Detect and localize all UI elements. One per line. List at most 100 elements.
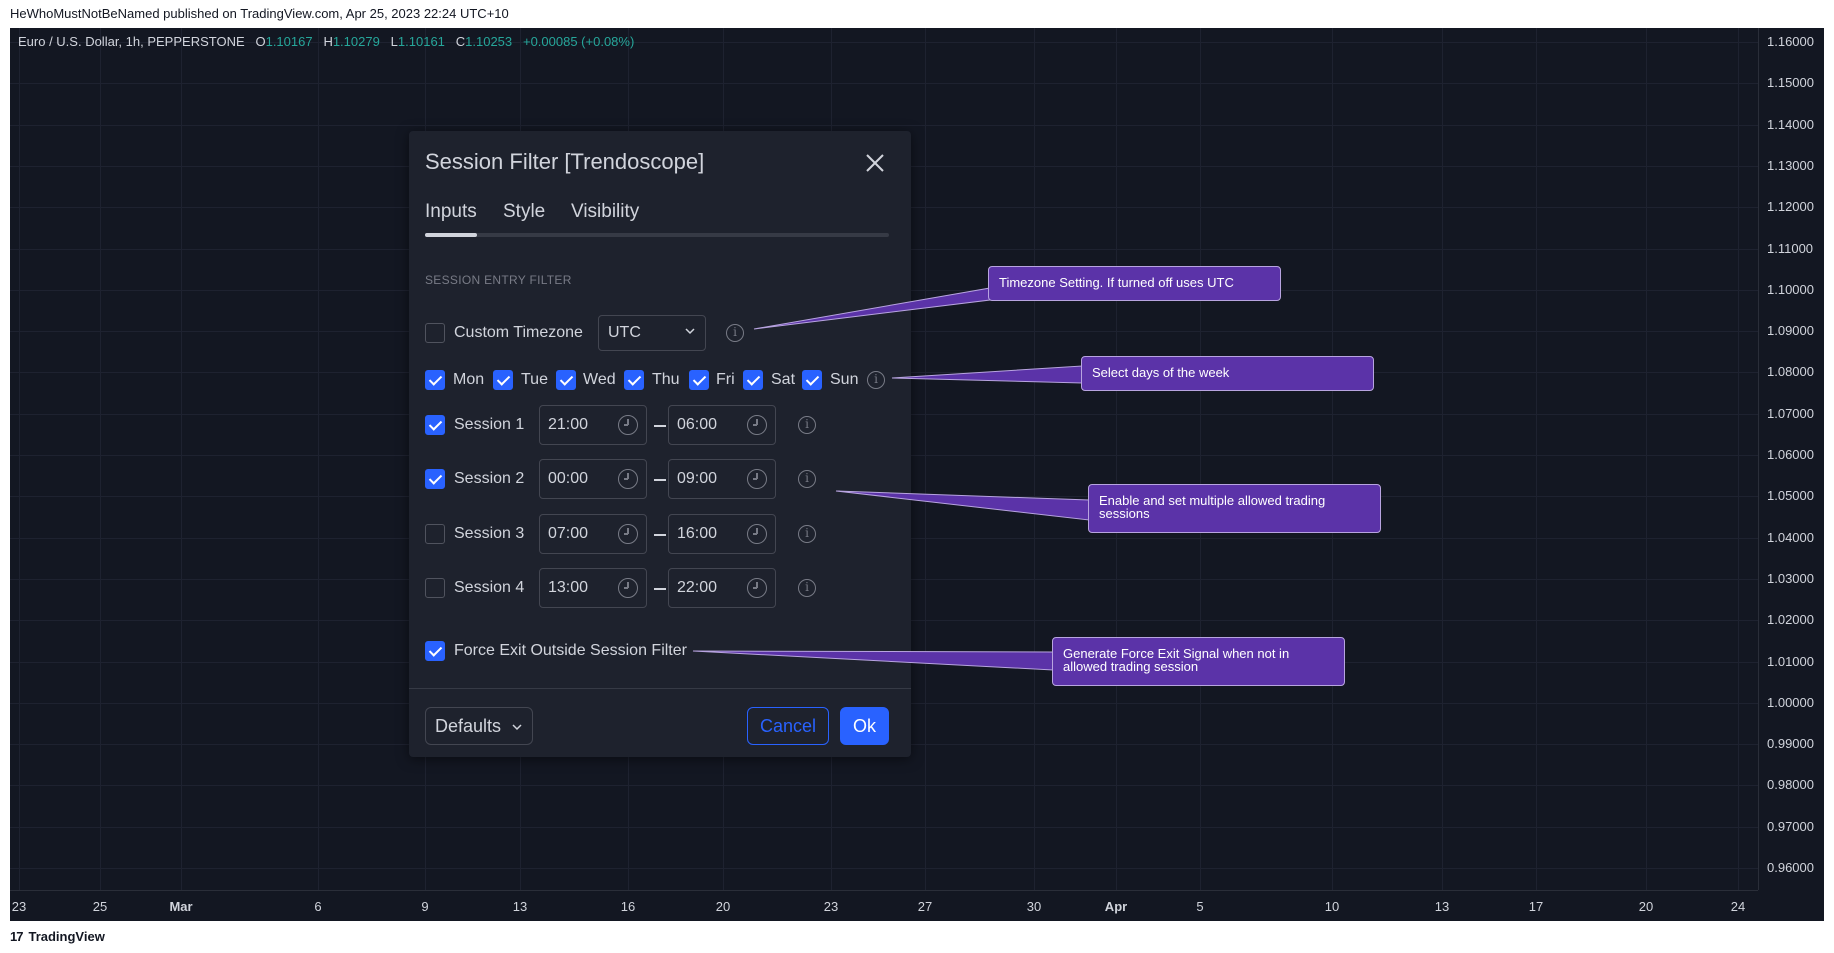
sat-checkbox[interactable]	[743, 370, 763, 390]
range-dash	[654, 534, 666, 536]
force-exit-callout-line-2: allowed trading session	[1063, 659, 1199, 674]
price-tick-label: 1.11000	[1767, 240, 1814, 256]
time-tick-label: 6	[314, 899, 322, 914]
timezone-select[interactable]: UTC	[598, 315, 706, 351]
custom-timezone-checkbox[interactable]	[425, 323, 445, 343]
price-tick-label: 0.99000	[1767, 736, 1814, 752]
session-1-checkbox[interactable]	[425, 415, 445, 435]
clock-icon[interactable]	[618, 578, 638, 598]
time-axis[interactable]: 23 25 Mar 6 9 13 16 20 23 27 30 Apr 5 10 13 17 20 24	[10, 890, 1758, 921]
price-tick-label: 1.15000	[1767, 75, 1814, 91]
time-tick-label: 25	[92, 899, 108, 914]
grid-line-vertical	[1738, 28, 1739, 890]
session-1-start-input[interactable]: 21:00	[539, 405, 647, 445]
info-icon[interactable]: i	[798, 416, 816, 434]
time-tick-label: 24	[1730, 899, 1746, 914]
force-exit-label: Force Exit Outside Session Filter	[454, 642, 687, 659]
tab-style[interactable]: Style	[503, 201, 545, 223]
price-tick-label: 0.98000	[1767, 777, 1814, 793]
clock-icon[interactable]	[747, 415, 767, 435]
grid-line-horizontal	[10, 785, 1758, 787]
range-dash	[654, 425, 666, 427]
clock-icon[interactable]	[618, 469, 638, 489]
info-icon[interactable]: i	[867, 371, 885, 389]
ok-button[interactable]: Ok	[840, 707, 889, 745]
session-3-start-input[interactable]: 07:00	[539, 514, 647, 554]
defaults-dropdown[interactable]: Defaults	[425, 707, 533, 745]
time-tick-label: 13	[1434, 899, 1450, 914]
mon-checkbox[interactable]	[425, 370, 445, 390]
session-2-end-input[interactable]: 09:00	[668, 459, 776, 499]
settings-dialog: Session Filter [Trendoscope] Inputs Styl…	[409, 131, 911, 757]
time-tick-label: 27	[917, 899, 933, 914]
range-dash	[654, 479, 666, 481]
chart-area[interactable]: Euro / U.S. Dollar, 1h, PEPPERSTONE O1.1…	[10, 28, 1824, 921]
price-tick-label: 1.10000	[1767, 281, 1814, 297]
symbol-name: Euro / U.S. Dollar, 1h, PEPPERSTONE	[18, 34, 245, 49]
grid-line-vertical	[1332, 28, 1333, 890]
session-3-start-value: 07:00	[548, 525, 589, 542]
session-3-checkbox[interactable]	[425, 524, 445, 544]
high-value: 1.10279	[332, 34, 380, 49]
session-1-row: Session 1 21:00 06:00 i	[425, 405, 895, 445]
info-icon[interactable]: i	[726, 324, 744, 342]
session-1-label: Session 1	[454, 416, 525, 433]
cancel-button[interactable]: Cancel	[747, 707, 829, 745]
info-icon[interactable]: i	[798, 579, 816, 597]
thu-checkbox[interactable]	[624, 370, 644, 390]
dialog-title: Session Filter [Trendoscope]	[425, 149, 705, 174]
tab-inputs[interactable]: Inputs	[425, 201, 477, 223]
sessions-callout-line-2: sessions	[1099, 506, 1150, 521]
clock-icon[interactable]	[618, 415, 638, 435]
session-4-start-input[interactable]: 13:00	[539, 568, 647, 608]
wed-checkbox[interactable]	[556, 370, 576, 390]
clock-icon[interactable]	[618, 524, 638, 544]
session-4-label: Session 4	[454, 579, 525, 596]
high-label: H	[323, 34, 333, 49]
session-4-checkbox[interactable]	[425, 578, 445, 598]
time-tick-label: 16	[620, 899, 636, 914]
session-4-end-input[interactable]: 22:00	[668, 568, 776, 608]
fri-checkbox[interactable]	[689, 370, 709, 390]
session-1-end-input[interactable]: 06:00	[668, 405, 776, 445]
info-icon[interactable]: i	[798, 470, 816, 488]
custom-timezone-label: Custom Timezone	[454, 324, 583, 341]
published-info: HeWhoMustNotBeNamed published on Trading…	[10, 6, 509, 21]
session-2-start-input[interactable]: 00:00	[539, 459, 647, 499]
time-tick-label: 30	[1026, 899, 1042, 914]
clock-icon[interactable]	[747, 524, 767, 544]
force-exit-checkbox[interactable]	[425, 641, 445, 661]
brand-name: TradingView	[28, 929, 105, 944]
session-3-end-value: 16:00	[677, 525, 718, 542]
timezone-callout: Timezone Setting. If turned off uses UTC	[988, 266, 1281, 301]
time-tick-label: 5	[1196, 899, 1204, 914]
close-button[interactable]	[861, 149, 889, 177]
change-value: +0.00085 (+0.08%)	[522, 34, 635, 49]
close-icon	[866, 154, 884, 172]
price-tick-label: 1.13000	[1767, 157, 1814, 173]
session-3-end-input[interactable]: 16:00	[668, 514, 776, 554]
sessions-callout: Enable and set multiple allowed trading …	[1088, 484, 1381, 533]
price-tick-label: 1.02000	[1767, 612, 1814, 628]
session-2-checkbox[interactable]	[425, 469, 445, 489]
low-label: L	[390, 34, 398, 49]
session-2-start-value: 00:00	[548, 470, 589, 487]
session-2-end-value: 09:00	[677, 470, 718, 487]
tradingview-logo[interactable]: 17 TradingView	[10, 921, 105, 953]
tue-checkbox[interactable]	[493, 370, 513, 390]
tradingview-logo-icon: 17	[10, 929, 24, 944]
time-tick-label: 9	[421, 899, 429, 914]
thu-label: Thu	[652, 371, 680, 388]
sun-checkbox[interactable]	[802, 370, 822, 390]
clock-icon[interactable]	[747, 578, 767, 598]
price-tick-label: 1.16000	[1767, 34, 1814, 49]
time-tick-label: 17	[1528, 899, 1544, 914]
info-icon[interactable]: i	[798, 525, 816, 543]
active-tab-indicator	[425, 233, 477, 237]
tue-label: Tue	[521, 371, 548, 388]
price-tick-label: 0.97000	[1767, 818, 1814, 834]
clock-icon[interactable]	[747, 469, 767, 489]
time-tick-label: 10	[1324, 899, 1340, 914]
price-axis[interactable]: 1.16000 1.15000 1.14000 1.13000 1.12000 1.110…	[1758, 28, 1824, 890]
tab-visibility[interactable]: Visibility	[571, 201, 639, 223]
